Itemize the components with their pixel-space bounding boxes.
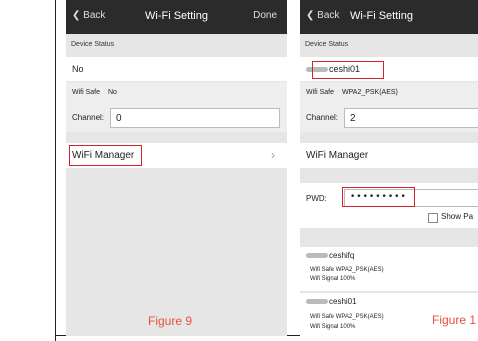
device-status-label: Device Status: [71, 41, 115, 48]
channel-row: Channel: 0: [66, 104, 287, 132]
status-value: No: [72, 64, 84, 74]
channel-value: 0: [116, 113, 122, 124]
done-button[interactable]: Done: [253, 10, 277, 21]
nav-bar: ❮ Back Wi-Fi Setting Done: [66, 0, 287, 34]
left-border-rule: [55, 0, 56, 341]
channel-label: Channel:: [306, 113, 339, 122]
channel-input[interactable]: 0: [110, 108, 280, 128]
password-highlight: [342, 187, 415, 207]
phone-screen-2: ❮ Back Wi-Fi Setting Device Status ceshi…: [300, 0, 478, 336]
channel-row: Channel: 2: [300, 104, 478, 132]
wifi-safe-label: Wifi Safe: [306, 89, 335, 96]
wifi-safe-label: Wifi Safe: [72, 89, 101, 96]
channel-input[interactable]: 2: [344, 108, 478, 128]
wifi-manager-label: WiFi Manager: [306, 150, 369, 161]
back-label: Back: [317, 10, 340, 21]
wifi-safe-value: No: [108, 89, 117, 96]
network-name: ceshifq: [306, 251, 354, 260]
nav-bar: ❮ Back Wi-Fi Setting: [300, 0, 478, 34]
device-status-label: Device Status: [305, 41, 349, 48]
channel-value: 2: [350, 113, 356, 124]
wifi-safe-row: Wifi Safe No: [66, 82, 287, 104]
network-item[interactable]: ceshifq Wifi Safe WPA2_PSK(AES) Wifi Sig…: [300, 247, 478, 291]
pwd-label: PWD:: [306, 194, 327, 203]
chevron-right-icon: ›: [271, 148, 275, 162]
network-signal: Wifi Signal 100%: [310, 276, 356, 282]
redacted-mark: [306, 299, 328, 305]
channel-label: Channel:: [72, 113, 105, 122]
network-safe: Wifi Safe WPA2_PSK(AES): [310, 267, 384, 273]
show-password-label: Show Pa: [441, 212, 474, 221]
phone-screen-1: ❮ Back Wi-Fi Setting Done Device Status …: [66, 0, 287, 336]
figure-caption: Figure 9: [148, 314, 193, 328]
figure-caption: Figure 1: [432, 313, 477, 327]
back-button[interactable]: ❮ Back: [306, 10, 339, 21]
wifi-manager-highlight: [69, 145, 142, 166]
show-password-checkbox[interactable]: [428, 213, 438, 223]
nav-title: Wi-Fi Setting: [350, 10, 413, 22]
network-safe: Wifi Safe WPA2_PSK(AES): [310, 314, 384, 320]
redacted-mark: [306, 253, 328, 259]
wifi-safe-value: WPA2_PSK(AES): [342, 89, 398, 96]
wifi-manager-row[interactable]: WiFi Manager: [300, 143, 478, 168]
status-row: No: [66, 57, 287, 81]
network-name: ceshi01: [306, 297, 357, 306]
wifi-safe-row: Wifi Safe WPA2_PSK(AES): [300, 82, 478, 104]
device-name-highlight: [312, 61, 384, 79]
network-signal: Wifi Signal 100%: [310, 324, 356, 330]
